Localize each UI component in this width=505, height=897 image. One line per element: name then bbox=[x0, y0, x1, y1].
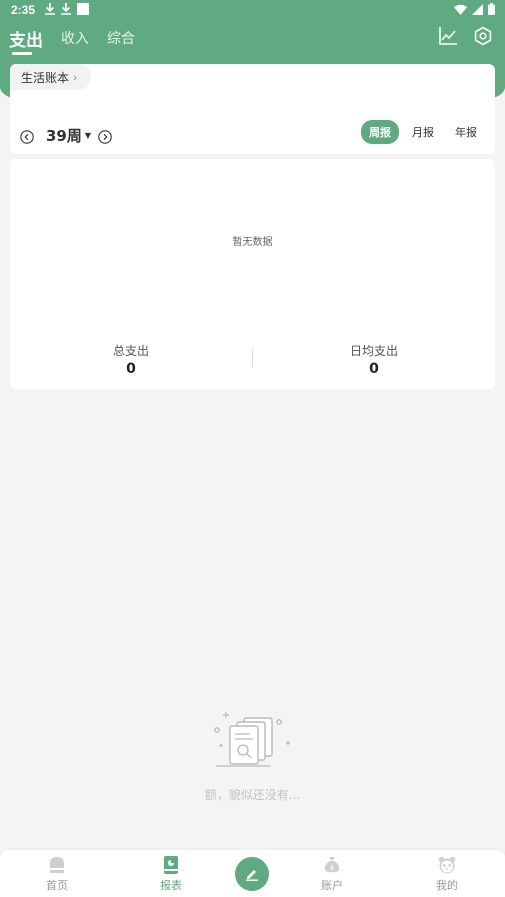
total-expense-label: 总支出 bbox=[112, 344, 149, 358]
edit-pen-icon bbox=[246, 870, 258, 881]
report-icon bbox=[164, 856, 178, 874]
daily-average-expense: 日均支出 0 bbox=[253, 342, 495, 377]
chevron-left-circle-icon bbox=[20, 129, 34, 144]
signal-icon bbox=[472, 3, 483, 15]
tab-overview[interactable]: 综合 bbox=[107, 26, 135, 50]
tab-yearly-report[interactable]: 年报 bbox=[447, 120, 485, 144]
svg-text:$: $ bbox=[330, 864, 334, 872]
account-book-selector[interactable]: 生活账本 › bbox=[10, 64, 92, 90]
nav-item-mine[interactable]: 我的 bbox=[407, 856, 487, 893]
panda-face-icon bbox=[438, 856, 456, 874]
status-bar: 2:35 bbox=[0, 0, 505, 22]
nav-label-account: 账户 bbox=[321, 879, 343, 892]
week-navigator: 39周 ▼ bbox=[20, 125, 112, 146]
previous-week-button[interactable] bbox=[20, 129, 34, 144]
nav-label-home: 首页 bbox=[46, 879, 68, 892]
week-selector[interactable]: 39周 ▼ bbox=[46, 125, 91, 146]
period-tabs: 周报 月报 年报 bbox=[356, 120, 485, 144]
week-label: 39周 bbox=[46, 127, 82, 145]
daily-average-label: 日均支出 bbox=[349, 344, 398, 358]
tab-expense[interactable]: 支出 bbox=[9, 26, 43, 55]
chart-card: 暂无数据 总支出 0 日均支出 0 bbox=[10, 159, 495, 389]
wifi-icon bbox=[454, 4, 467, 15]
nav-item-home[interactable]: 首页 bbox=[17, 856, 97, 893]
chevron-right-circle-icon bbox=[98, 129, 112, 144]
notification-square-icon bbox=[77, 3, 89, 15]
list-empty-text: 额，貌似还没有... bbox=[204, 788, 301, 802]
add-record-button[interactable] bbox=[235, 857, 269, 891]
status-time: 2:35 bbox=[11, 3, 36, 17]
account-book-name: 生活账本 bbox=[21, 70, 70, 85]
settings-icon[interactable] bbox=[473, 26, 493, 46]
status-notifications bbox=[45, 3, 89, 15]
bottom-navigation: 首页 报表 $ 账户 我的 bbox=[0, 850, 505, 897]
download-icon bbox=[61, 3, 71, 15]
tab-weekly-report[interactable]: 周报 bbox=[361, 120, 399, 144]
nav-label-report: 报表 bbox=[160, 879, 182, 892]
filter-card: 生活账本 › 39周 ▼ 周报 月报 年报 bbox=[10, 64, 495, 154]
trend-chart-icon[interactable] bbox=[438, 26, 458, 46]
daily-average-value: 0 bbox=[369, 361, 379, 377]
nav-label-mine: 我的 bbox=[436, 879, 458, 892]
chart-summary: 总支出 0 日均支出 0 bbox=[10, 342, 495, 382]
chart-empty-text: 暂无数据 bbox=[232, 237, 273, 248]
download-icon bbox=[45, 3, 55, 15]
empty-list-icon bbox=[214, 712, 290, 767]
tab-income[interactable]: 收入 bbox=[61, 26, 89, 50]
total-expense: 总支出 0 bbox=[10, 342, 252, 377]
money-bag-icon: $ bbox=[324, 857, 340, 873]
header-actions bbox=[438, 26, 493, 46]
total-expense-value: 0 bbox=[126, 361, 136, 377]
chevron-right-icon: › bbox=[73, 70, 78, 84]
status-system bbox=[454, 3, 495, 15]
nav-item-account[interactable]: $ 账户 bbox=[292, 856, 372, 893]
next-week-button[interactable] bbox=[98, 129, 112, 144]
battery-icon bbox=[488, 3, 495, 15]
nav-item-report[interactable]: 报表 bbox=[131, 856, 211, 893]
tab-monthly-report[interactable]: 月报 bbox=[404, 120, 442, 144]
home-icon bbox=[50, 857, 64, 873]
caret-down-icon: ▼ bbox=[84, 131, 92, 140]
type-tabs: 支出 收入 综合 bbox=[9, 26, 153, 55]
